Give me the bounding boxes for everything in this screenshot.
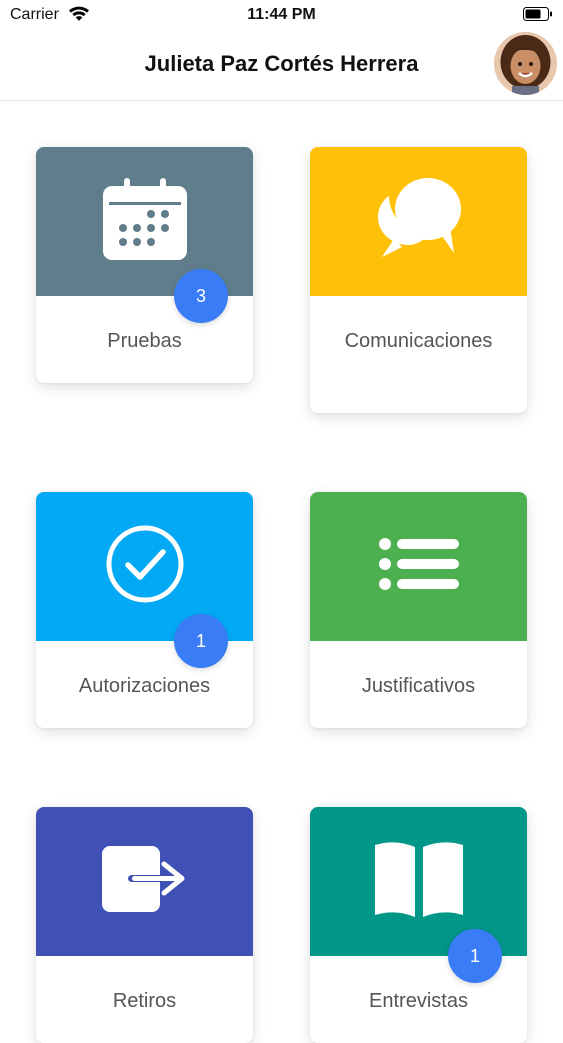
tile-pruebas-header: 3: [36, 147, 253, 323]
tile-comunicaciones-header: [310, 147, 527, 296]
avatar[interactable]: [494, 32, 557, 95]
tile-entrevistas-label: Entrevistas: [369, 990, 468, 1012]
nav-header: Julieta Paz Cortés Herrera: [0, 30, 563, 101]
tile-justificativos-label: Justificativos: [361, 675, 476, 697]
tile-comunicaciones[interactable]: Comunicaciones: [310, 147, 527, 413]
tile-entrevistas[interactable]: 1 Entrevistas: [310, 807, 527, 1043]
check-circle-icon: [105, 524, 185, 609]
calendar-icon: [102, 176, 188, 267]
tile-justificativos[interactable]: Justificativos: [310, 492, 527, 728]
tile-retiros-header: [36, 807, 253, 956]
notification-badge: 3: [174, 269, 228, 323]
tile-justificativos-header: [310, 492, 527, 641]
tile-autorizaciones-header: 1: [36, 492, 253, 668]
chat-bubbles-icon: [374, 175, 464, 268]
tile-retiros[interactable]: Retiros: [36, 807, 253, 1043]
page-title: Julieta Paz Cortés Herrera: [144, 51, 419, 76]
tile-autorizaciones-label: Autorizaciones: [78, 675, 211, 697]
status-bar: Carrier 11:44 PM: [0, 0, 563, 30]
tile-comunicaciones-label: Comunicaciones: [344, 330, 493, 352]
list-icon: [378, 536, 460, 597]
notification-badge: 1: [448, 929, 502, 983]
tile-pruebas[interactable]: 3 Pruebas: [36, 147, 253, 383]
notification-badge: 1: [174, 614, 228, 668]
battery-icon: [523, 7, 553, 21]
tile-autorizaciones[interactable]: 1 Autorizaciones: [36, 492, 253, 728]
tile-entrevistas-header: 1: [310, 807, 527, 983]
exit-icon: [101, 844, 188, 919]
clock: 11:44 PM: [247, 6, 316, 23]
tile-pruebas-label: Pruebas: [107, 330, 182, 352]
book-icon: [373, 839, 465, 924]
tile-retiros-label: Retiros: [112, 990, 177, 1012]
